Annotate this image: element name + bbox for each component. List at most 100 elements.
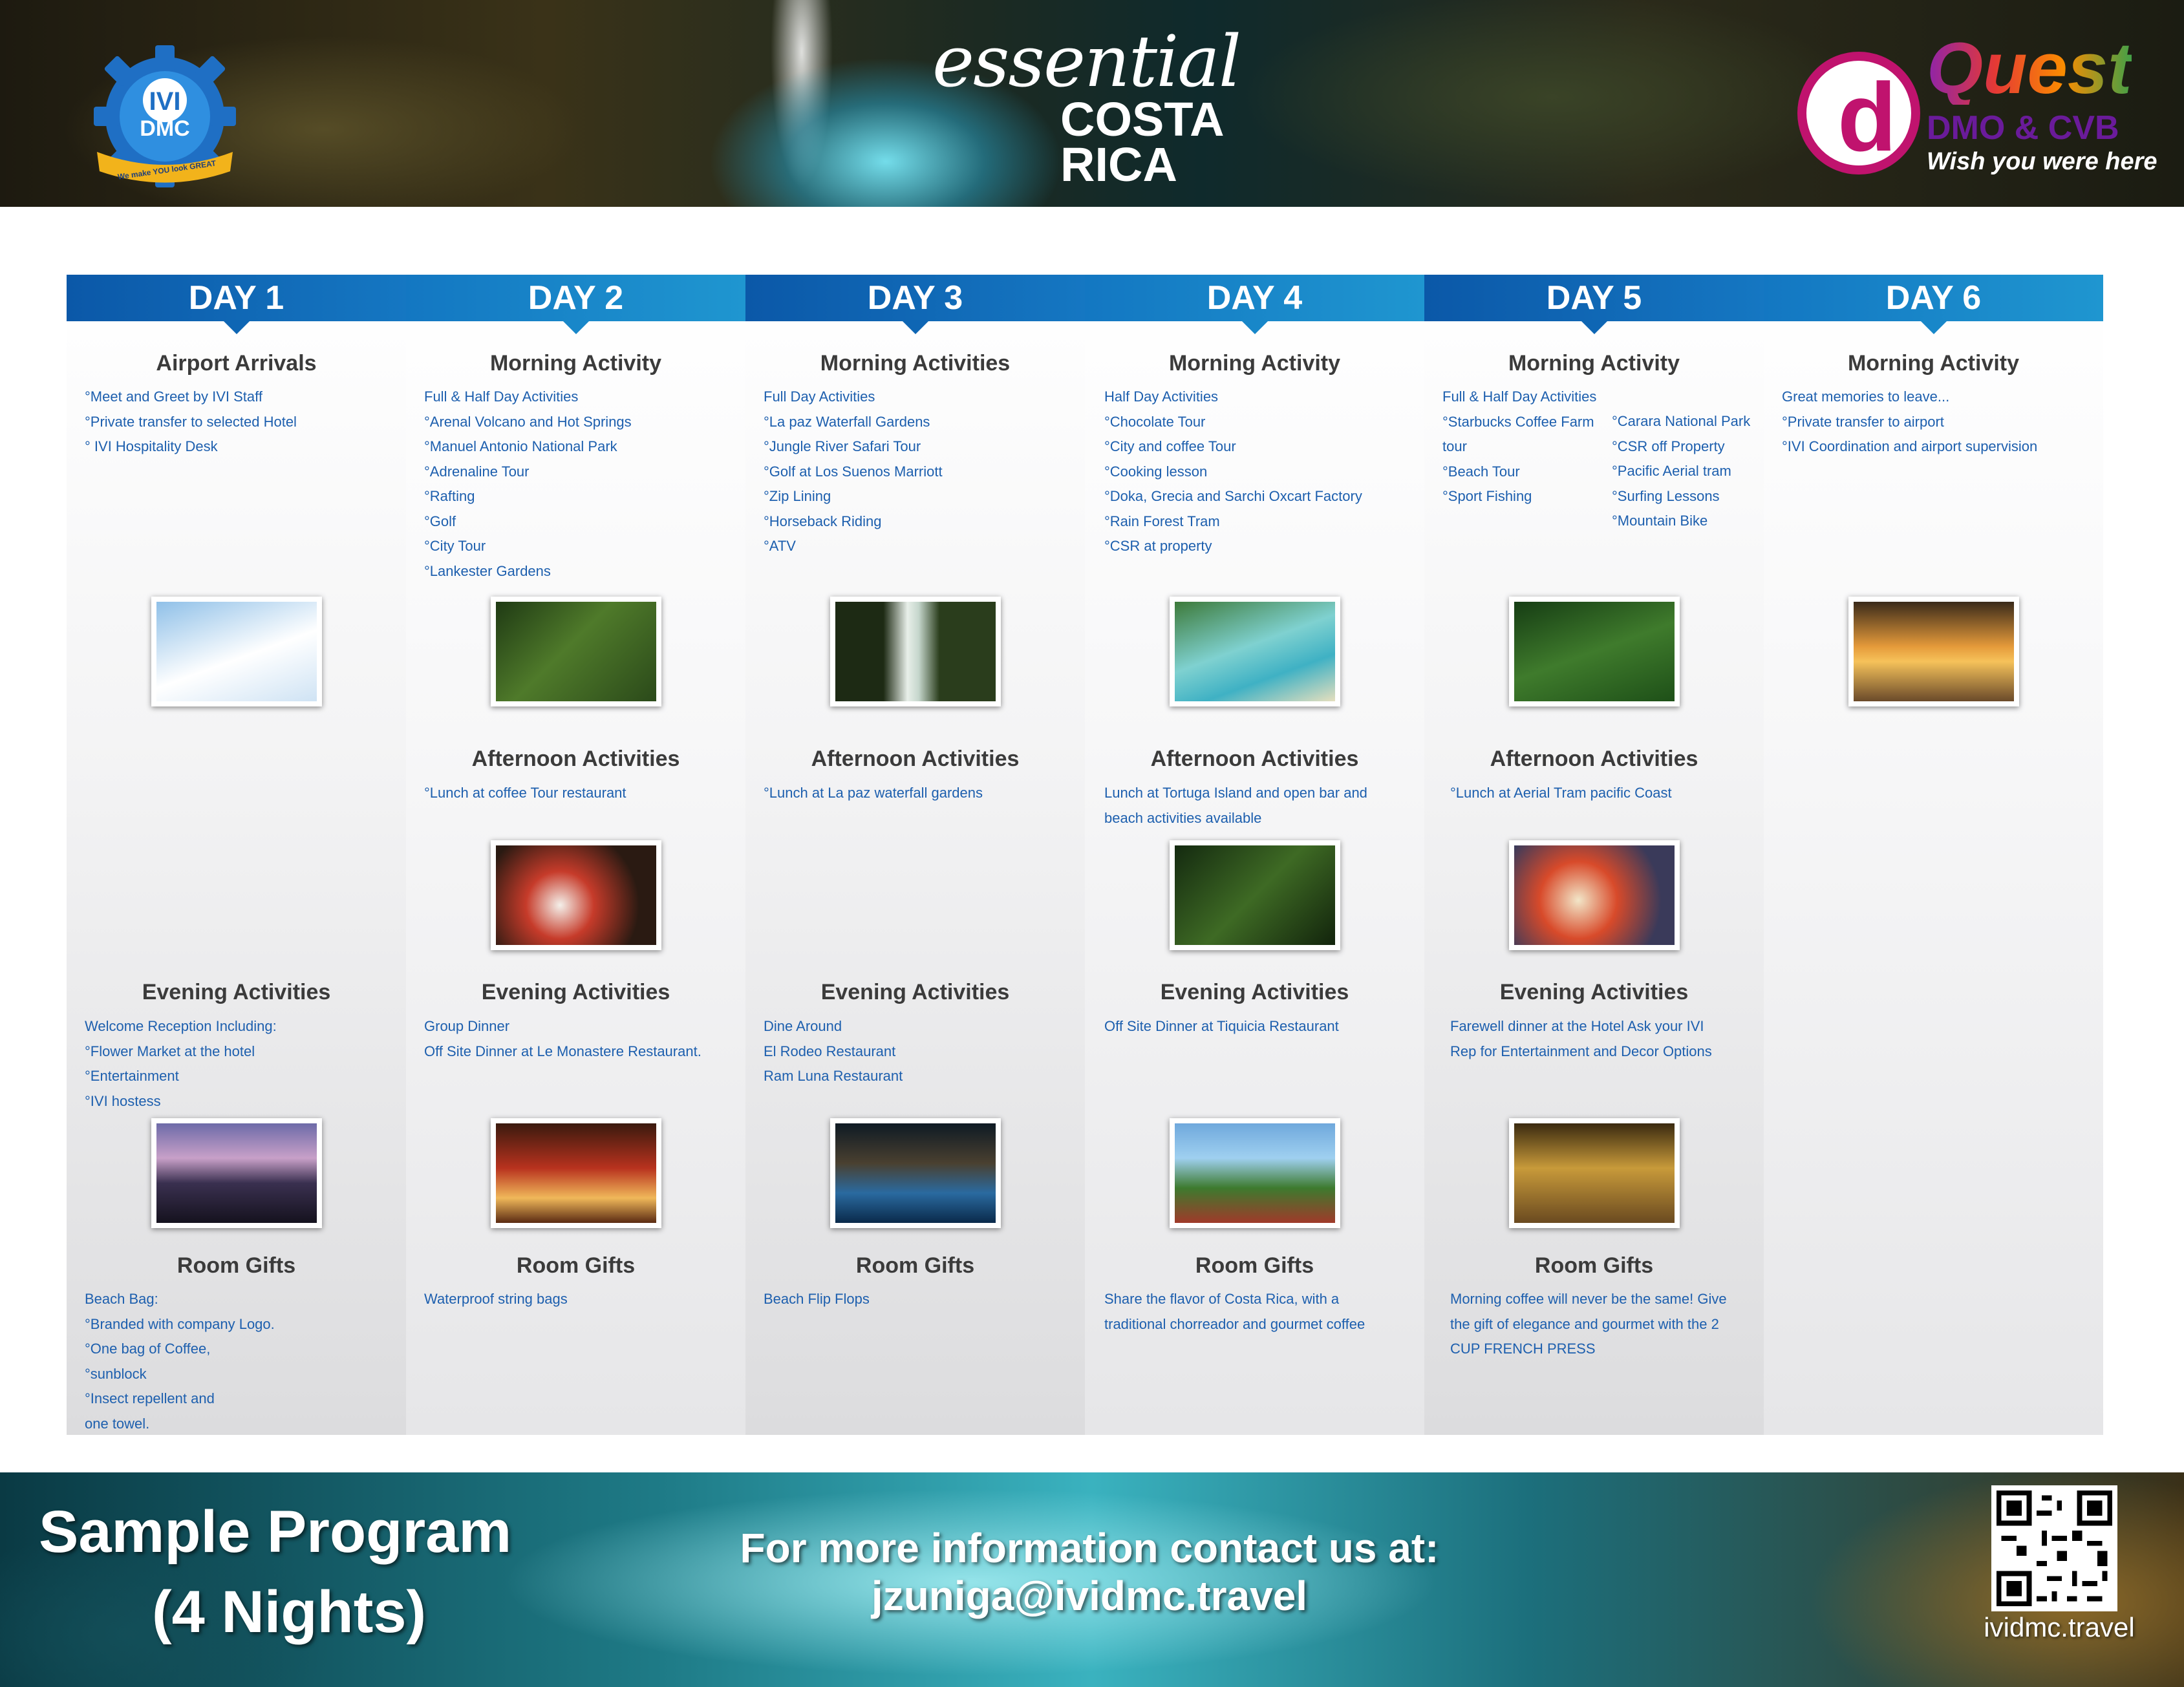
activity-item: Full Day Activities xyxy=(764,388,875,405)
palm-resort-photo xyxy=(1169,1118,1340,1228)
activity-item: CUP FRENCH PRESS xyxy=(1450,1341,1596,1357)
activity-item: °Beach Tour xyxy=(1442,463,1520,480)
activity-item: °Private transfer to airport xyxy=(1782,413,1944,430)
activity-item: Group Dinner xyxy=(424,1018,510,1034)
day-column: DAY 6 Morning Activity Great memories to l… xyxy=(1764,275,2103,1435)
activity-item: °Rafting xyxy=(424,488,475,504)
qr-code-icon[interactable] xyxy=(1991,1485,2117,1611)
day-column: DAY 3 Morning Activities Full Day Activiti… xyxy=(745,275,1085,1435)
activity-item: °Adrenaline Tour xyxy=(424,463,530,480)
activity-list: °Lunch at coffee Tour restaurant xyxy=(424,781,626,806)
activity-item: Great memories to leave... xyxy=(1782,388,1950,405)
contact-block: For more information contact us at: jzun… xyxy=(685,1524,1493,1620)
activity-item: the gift of elegance and gourmet with th… xyxy=(1450,1315,1719,1332)
section-title: Afternoon Activities xyxy=(1150,747,1359,771)
activity-item: °Mountain Bike xyxy=(1612,513,1708,529)
quest-word: Quest xyxy=(1927,28,2132,109)
waterfall-photo xyxy=(830,597,1001,706)
footer-banner: Sample Program (4 Nights) For more infor… xyxy=(0,1472,2184,1687)
section-title: Room Gifts xyxy=(855,1253,975,1278)
activity-item: Welcome Reception Including: xyxy=(85,1018,277,1034)
activity-item: °Branded with company Logo. xyxy=(85,1315,275,1332)
section-title: Afternoon Activities xyxy=(471,747,680,771)
activity-list: Full & Half Day Activities °Arenal Volcan… xyxy=(424,385,632,584)
activity-item: Off Site Dinner at Tiquicia Restaurant xyxy=(1104,1018,1339,1034)
activity-item: Off Site Dinner at Le Monastere Restaura… xyxy=(424,1043,701,1059)
activity-item: °Lankester Gardens xyxy=(424,562,551,579)
activity-item: Morning coffee will never be the same! G… xyxy=(1450,1291,1727,1307)
ivi-logo-name: DMC xyxy=(140,116,190,141)
section-title: Evening Activities xyxy=(1160,980,1349,1004)
activity-item: °Horseback Riding xyxy=(764,513,882,529)
section-title: Room Gifts xyxy=(1534,1253,1654,1278)
activity-item: °IVI Coordination and airport supervisio… xyxy=(1782,438,2038,454)
activity-item: °Carara National Park xyxy=(1612,413,1751,429)
airplane-in-clouds-photo xyxy=(151,597,322,706)
activity-item: °Insect repellent and xyxy=(85,1390,215,1406)
activity-item: °Surfing Lessons xyxy=(1612,487,1720,504)
quest-logo: d Quest DMO & CVB Wish you were here xyxy=(1797,32,2159,194)
day-header: DAY 5 xyxy=(1424,275,1764,334)
section-title: Morning Activity xyxy=(1508,351,1680,376)
day-column: DAY 4 Morning Activity Half Day Activities… xyxy=(1085,275,1424,1435)
pool-at-night-photo xyxy=(830,1118,1001,1228)
activity-list: Beach Flip Flops xyxy=(764,1287,870,1312)
quest-d-icon: d xyxy=(1797,52,1920,175)
plane-at-sunset-photo xyxy=(1848,597,2019,706)
quest-sub: DMO & CVB xyxy=(1927,109,2119,147)
activity-item: Rep for Entertainment and Decor Options xyxy=(1450,1043,1712,1059)
activity-list: Group Dinner Off Site Dinner at Le Monast… xyxy=(424,1014,701,1064)
activity-item: Beach Flip Flops xyxy=(764,1291,870,1307)
activity-list: Half Day Activities °Chocolate Tour °City … xyxy=(1104,385,1362,559)
activity-item: °Lunch at La paz waterfall gardens xyxy=(764,785,983,801)
activity-item: Share the flavor of Costa Rica, with a xyxy=(1104,1291,1340,1307)
itinerary-grid: DAY 1 Airport Arrivals °Meet and Greet by … xyxy=(67,275,2103,1435)
activity-item: Half Day Activities xyxy=(1104,388,1219,405)
garden-tour-photo xyxy=(490,597,661,706)
activity-item: Farewell dinner at the Hotel Ask your IV… xyxy=(1450,1018,1704,1034)
activity-list: Dine Around El Rodeo Restaurant Ram Luna R… xyxy=(764,1014,903,1089)
activity-item: °CSR off Property xyxy=(1612,438,1725,454)
section-title: Morning Activity xyxy=(489,351,662,376)
activity-item: Ram Luna Restaurant xyxy=(764,1068,903,1084)
activity-item: ° IVI Hospitality Desk xyxy=(85,438,218,454)
day-header: DAY 1 xyxy=(67,275,406,334)
activity-list: °Lunch at Aerial Tram pacific Coast xyxy=(1450,781,1672,806)
activity-item: °City Tour xyxy=(424,538,486,554)
section-title: Evening Activities xyxy=(481,980,670,1004)
activity-item: El Rodeo Restaurant xyxy=(764,1043,896,1059)
activity-list: Morning coffee will never be the same! G… xyxy=(1450,1287,1727,1362)
section-title: Morning Activity xyxy=(1847,351,2020,376)
activity-item: °Zip Lining xyxy=(764,488,831,504)
activity-list: Share the flavor of Costa Rica, with a tr… xyxy=(1104,1287,1365,1337)
activity-item: °IVI hostess xyxy=(85,1092,161,1109)
activity-item: one towel. xyxy=(85,1415,150,1432)
brand-script: essential xyxy=(932,20,1241,103)
section-title: Evening Activities xyxy=(1499,980,1689,1004)
activity-item: Waterproof string bags xyxy=(424,1291,568,1307)
quest-tagline: Wish you were here xyxy=(1927,148,2157,175)
contact-email[interactable]: jzuniga@ividmc.travel xyxy=(685,1572,1493,1620)
activity-item: °Golf xyxy=(424,513,456,529)
activity-item: °Lunch at coffee Tour restaurant xyxy=(424,785,626,801)
website-url[interactable]: ividmc.travel xyxy=(1969,1608,2150,1647)
activity-item: °Rain Forest Tram xyxy=(1104,513,1220,529)
fruit-buffet-photo xyxy=(1508,840,1680,950)
activity-item: Lunch at Tortuga Island and open bar and xyxy=(1104,785,1367,801)
sample-line1: Sample Program xyxy=(39,1499,512,1565)
zip-line-photo xyxy=(1169,840,1340,950)
activity-item: Full & Half Day Activities xyxy=(424,388,579,405)
activity-item: beach activities available xyxy=(1104,809,1262,826)
activity-item: Beach Bag: xyxy=(85,1291,158,1307)
activity-item: °Cooking lesson xyxy=(1104,463,1208,480)
activity-list: Lunch at Tortuga Island and open bar and… xyxy=(1104,781,1367,831)
activity-item: °sunblock xyxy=(85,1365,147,1382)
activity-item: °Chocolate Tour xyxy=(1104,413,1206,430)
activity-item: °ATV xyxy=(764,538,796,554)
activity-list: Full Day Activities °La paz Waterfall Gar… xyxy=(764,385,943,559)
activity-list: °Meet and Greet by IVI Staff °Private tra… xyxy=(85,385,297,460)
section-title: Morning Activity xyxy=(1168,351,1341,376)
brand-line1: COSTA xyxy=(1060,92,1225,146)
beach-aerial-photo xyxy=(1169,597,1340,706)
activity-item: Dine Around xyxy=(764,1018,842,1034)
